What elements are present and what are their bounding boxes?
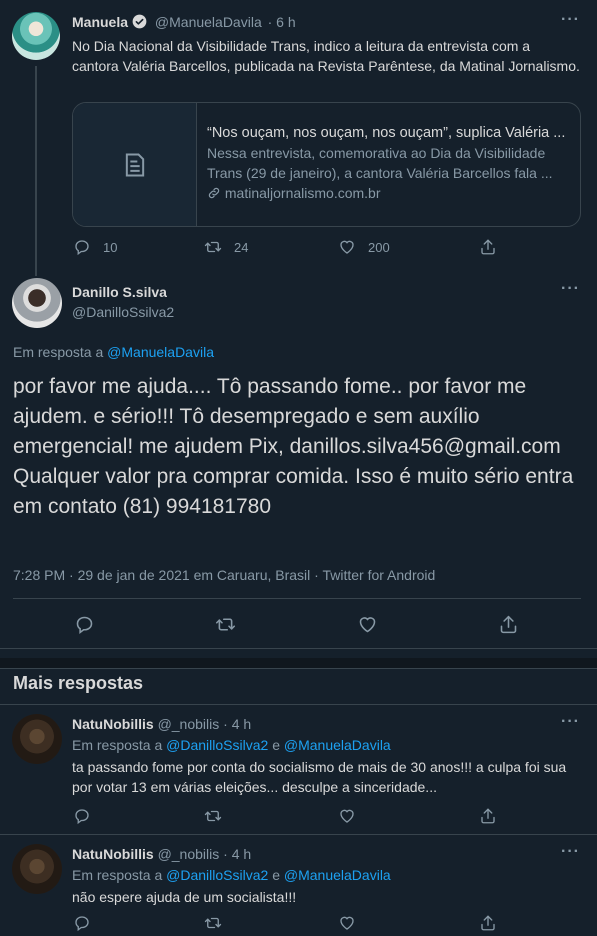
card-link-row: matinaljornalismo.com.br [207,183,572,203]
reply-prefix: Em resposta a [72,867,163,883]
reply-to-mention[interactable]: @ManuelaDavila [107,344,214,360]
main-author-handle[interactable]: @DanilloSsilva2 [72,304,174,320]
tweet1-retweet-button[interactable]: 24 [204,238,248,256]
share-icon [498,614,519,635]
heart-icon [338,238,356,256]
reply1-share-button[interactable] [479,807,497,825]
tweet1-like-count: 200 [368,239,390,255]
main-retweet-button[interactable] [215,614,236,635]
main-like-button[interactable] [357,614,378,635]
tweet1-like-button[interactable]: 200 [338,238,390,256]
reply2-share-button[interactable] [479,914,497,932]
avatar-manuela[interactable] [12,12,60,60]
reply1-like-button[interactable] [338,807,356,825]
reply1-handle[interactable]: @_nobilis [158,716,220,732]
tweet1-share-button[interactable] [479,238,497,256]
divider [0,648,597,649]
reply1-reply-button[interactable] [73,807,91,825]
tweet1-author-name[interactable]: Manuela [72,14,128,30]
avatar-danillo[interactable] [12,278,62,328]
reply1-author-name[interactable]: NatuNobillis [72,716,154,732]
divider [13,598,581,599]
share-icon [479,807,497,825]
reply2-like-button[interactable] [338,914,356,932]
reply2-context: Em resposta a @DanilloSsilva2 e @Manuela… [72,867,391,883]
reply2-author-name[interactable]: NatuNobillis [72,846,154,862]
reply-icon [74,614,95,635]
reply2-handle[interactable]: @_nobilis [158,846,220,862]
main-more-icon[interactable]: ··· [561,280,580,298]
divider [0,704,597,705]
reply2-retweet-button[interactable] [204,914,222,932]
reply2-reply-button[interactable] [73,914,91,932]
reply2-mention-1[interactable]: @DanilloSsilva2 [166,867,268,883]
share-icon [479,914,497,932]
article-icon [125,153,145,177]
heart-icon [338,807,356,825]
card-thumbnail [73,103,197,226]
reply2-mention-2[interactable]: @ManuelaDavila [284,867,391,883]
tweet1-more-icon[interactable]: ··· [561,11,580,29]
reply2-header: NatuNobillis @_nobilis · 4 h [72,846,251,862]
avatar-natunobillis[interactable] [12,844,62,894]
tweet1-reply-button[interactable]: 10 [73,238,117,256]
reply1-mention-2[interactable]: @ManuelaDavila [284,737,391,753]
avatar-natunobillis[interactable] [12,714,62,764]
reply-conjunction: e [272,737,280,753]
link-icon [208,187,220,199]
tweet1-reply-count: 10 [103,239,118,255]
reply1-time[interactable]: · 4 h [223,716,251,732]
verified-badge-icon [132,14,147,29]
reply1-retweet-button[interactable] [204,807,222,825]
main-reply-context: Em resposta a @ManuelaDavila [13,344,214,360]
heart-icon [357,614,378,635]
main-tweet-text: por favor me ajuda.... Tô passando fome.… [13,375,574,518]
tweet1-handle[interactable]: @ManuelaDavila [155,14,262,30]
retweet-icon [204,238,222,256]
tweet1-text: No Dia Nacional da Visibilidade Trans, i… [72,38,580,74]
card-link-text: matinaljornalismo.com.br [224,185,381,201]
tweet1-header: Manuela @ManuelaDavila · 6 h [72,14,296,30]
reply2-more-icon[interactable]: ··· [561,843,580,861]
reply1-header: NatuNobillis @_nobilis · 4 h [72,716,251,732]
heart-icon [338,914,356,932]
retweet-icon [215,614,236,635]
retweet-icon [204,914,222,932]
main-tweet-meta[interactable]: 7:28 PM · 29 de jan de 2021 em Caruaru, … [13,567,435,583]
card-description: Nessa entrevista, comemorativa ao Dia da… [207,145,553,181]
section-separator [0,658,597,668]
reply-prefix: Em resposta a [72,737,163,753]
reply2-time[interactable]: · 4 h [223,846,251,862]
reply1-mention-1[interactable]: @DanilloSsilva2 [166,737,268,753]
retweet-icon [204,807,222,825]
divider [0,668,597,669]
main-author-name[interactable]: Danillo S.silva [72,284,167,300]
reply1-more-icon[interactable]: ··· [561,713,580,731]
reply-icon [73,238,91,256]
link-card[interactable]: “Nos ouçam, nos ouçam, nos ouçam”, supli… [72,102,581,227]
reply2-text: não espere ajuda de um socialista!!! [72,889,297,905]
main-reply-button[interactable] [74,614,95,635]
share-icon [479,238,497,256]
divider [0,834,597,835]
tweet1-time[interactable]: · 6 h [268,14,296,30]
more-replies-heading: Mais respostas [13,673,144,693]
card-title: “Nos ouçam, nos ouçam, nos ouçam”, supli… [207,125,566,141]
reply-icon [73,914,91,932]
reply-conjunction: e [272,867,280,883]
reply1-text: ta passando fome por conta do socialismo… [72,759,567,795]
reply1-context: Em resposta a @DanilloSsilva2 e @Manuela… [72,737,391,753]
main-share-button[interactable] [498,614,519,635]
tweet1-retweet-count: 24 [234,239,249,255]
reply-icon [73,807,91,825]
reply-prefix: Em resposta a [13,344,104,360]
thread-connector [35,66,37,276]
